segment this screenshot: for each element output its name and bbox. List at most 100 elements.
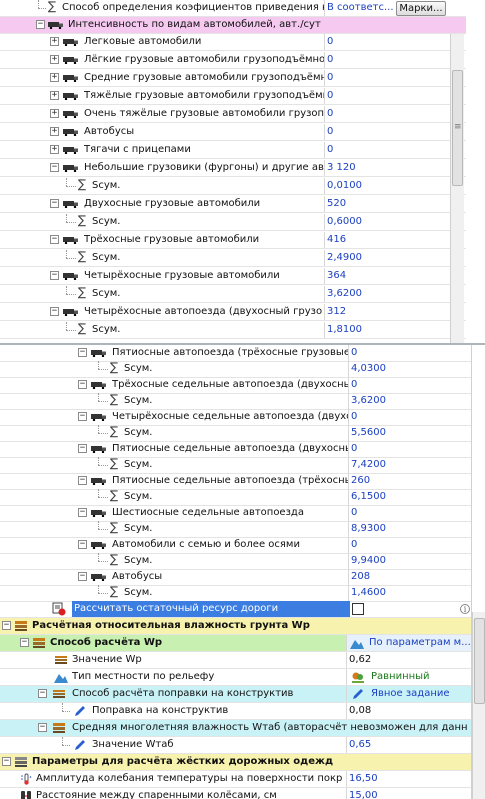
collapse-icon[interactable]: − [38, 689, 47, 698]
sum-value[interactable]: 3,6200 [324, 286, 450, 302]
collapse-icon[interactable]: − [50, 199, 59, 208]
coefficient-method-value[interactable]: В соответс... [324, 0, 396, 16]
sum-value[interactable]: 1,8100 [324, 322, 450, 338]
wtab-value[interactable]: 0,65 [346, 737, 472, 753]
sum-row[interactable]: ∑ Sсум. 0,6000 [0, 213, 466, 231]
vehicle-group-value[interactable]: 0 [348, 441, 472, 457]
collapse-icon[interactable]: − [2, 621, 11, 630]
collapse-icon[interactable]: − [2, 757, 11, 766]
collapse-icon[interactable]: − [50, 163, 59, 172]
vehicle-group-row[interactable]: − Трёхосные грузовые автомобили 416 [0, 232, 466, 249]
vehicle-group-value[interactable]: 0 [348, 505, 472, 521]
collapse-icon[interactable]: − [78, 476, 87, 485]
terrain-row[interactable]: Тип местности по рельефу Равнинный [0, 669, 472, 686]
vehicle-row[interactable]: + Средние грузовые автомобили грузоподъём… [0, 70, 466, 87]
vehicle-group-value[interactable]: 0 [348, 377, 472, 393]
vehicle-value[interactable]: 0 [324, 142, 450, 158]
collapse-icon[interactable]: − [78, 444, 87, 453]
sum-row[interactable]: ∑ Sсум. 1,4600 [0, 584, 472, 602]
collapse-icon[interactable]: − [50, 271, 59, 280]
sum-value[interactable]: 1,4600 [348, 585, 472, 601]
sum-value[interactable]: 9,9400 [348, 553, 472, 569]
vehicle-group-value[interactable]: 0 [348, 537, 472, 553]
correction-row[interactable]: Поправка на конструктив 0,08 [0, 703, 472, 720]
vehicle-group-value[interactable]: 364 [324, 268, 450, 284]
vehicle-value[interactable]: 0 [324, 52, 450, 68]
sum-value[interactable]: 6,1500 [348, 489, 472, 505]
intensity-row[interactable]: − Интенсивность по видам автомобилей, ав… [0, 17, 466, 34]
vehicle-group-row[interactable]: − Автомобили с семью и более осями 0 [0, 537, 472, 554]
wheel-distance-row[interactable]: Расстояние между спаренными колёсами, см… [0, 788, 472, 799]
vehicle-group-row[interactable]: − Четырёхосные автопоезда (двухосный груз… [0, 304, 466, 321]
residual-resource-row[interactable]: Рассчитать остаточный ресурс дороги i [0, 601, 472, 618]
vehicle-group-row[interactable]: − Двухосные грузовые автомобили 520 [0, 196, 466, 213]
expand-icon[interactable]: + [50, 73, 59, 82]
sum-value[interactable]: 8,9300 [348, 521, 472, 537]
terrain-value[interactable]: Равнинный [346, 669, 472, 685]
vehicle-group-row[interactable]: − Четырёхосные грузовые автомобили 364 [0, 268, 466, 285]
vehicle-group-row[interactable]: − Четырёхосные седельные автопоезда (двух… [0, 409, 472, 426]
collapse-icon[interactable]: − [50, 235, 59, 244]
wp-value[interactable]: 0,62 [346, 652, 472, 668]
vehicle-group-value[interactable]: 3 120 [324, 160, 450, 176]
scrollbar-thumb[interactable] [474, 618, 485, 704]
humidity-method-value[interactable]: По параметрам м... [346, 635, 472, 651]
sum-value[interactable]: 3,6200 [348, 393, 472, 409]
collapse-icon[interactable]: − [38, 723, 47, 732]
bottom-vertical-scrollbar[interactable] [472, 612, 485, 799]
amplitude-row[interactable]: Амплитуда колебания температуры на повер… [0, 771, 472, 788]
wtab-row[interactable]: Значение Wтаб 0,65 [0, 737, 472, 754]
collapse-icon[interactable]: − [78, 348, 87, 357]
marks-button[interactable]: Марки... [396, 1, 446, 16]
sum-value[interactable]: 2,4900 [324, 250, 450, 266]
correction-value[interactable]: 0,08 [346, 703, 472, 719]
sum-value[interactable]: 0,0100 [324, 178, 450, 194]
info-icon[interactable]: i [460, 604, 470, 614]
correction-method-value[interactable]: Явное задание [346, 686, 472, 702]
wheel-distance-value[interactable]: 15,00 [346, 788, 472, 799]
correction-method-row[interactable]: − Способ расчёта поправки на конструктив… [0, 686, 472, 703]
vehicle-group-row[interactable]: − Трёхосные седельные автопоезда (двухосн… [0, 377, 472, 394]
expand-icon[interactable]: + [50, 55, 59, 64]
humidity-section-row[interactable]: − Расчётная относительная влажность грун… [0, 618, 472, 635]
vehicle-group-row[interactable]: − Пятиосные седельные автопоезда (трёхосн… [0, 473, 472, 490]
sum-value[interactable]: 5,5600 [348, 425, 472, 441]
avg-humidity-row[interactable]: − Средняя многолетняя влажность Wтаб (ав… [0, 720, 472, 737]
vehicle-group-value[interactable]: 520 [324, 196, 450, 212]
wp-value-row[interactable]: Значение Wp 0,62 [0, 652, 472, 669]
sum-row[interactable]: ∑ Sсум. 5,5600 [0, 424, 472, 442]
sum-row[interactable]: ∑ Sсум. 1,8100 [0, 321, 466, 339]
sum-row[interactable]: ∑ Sсум. 3,6200 [0, 392, 472, 410]
vehicle-group-value[interactable]: 312 [324, 304, 450, 320]
collapse-icon[interactable]: − [20, 638, 29, 647]
amplitude-value[interactable]: 16,50 [346, 771, 472, 787]
collapse-icon[interactable]: − [78, 540, 87, 549]
vehicle-group-value[interactable]: 260 [348, 473, 472, 489]
sum-row[interactable]: ∑ Sсум. 2,4900 [0, 249, 466, 267]
vehicle-group-row[interactable]: − Небольшие грузовики (фургоны) и другие … [0, 160, 466, 177]
sum-row[interactable]: ∑ Sсум. 9,9400 [0, 552, 472, 570]
coefficient-method-row[interactable]: ∑ Способ определения коэфициентов привед… [0, 0, 466, 17]
vehicle-row[interactable]: + Тяжёлые грузовые автомобили грузоподъём… [0, 88, 466, 105]
sum-row[interactable]: ∑ Sсум. 0,0100 [0, 177, 466, 195]
vehicle-value[interactable]: 0 [324, 70, 450, 86]
vehicle-value[interactable]: 0 [324, 124, 450, 140]
expand-icon[interactable]: + [50, 109, 59, 118]
vehicle-row[interactable]: + Лёгкие грузовые автомобили грузоподъёмн… [0, 52, 466, 69]
collapse-icon[interactable]: − [78, 508, 87, 517]
vehicle-row[interactable]: + Тягачи с прицепами 0 [0, 142, 466, 159]
expand-icon[interactable]: + [50, 145, 59, 154]
expand-icon[interactable]: + [50, 127, 59, 136]
sum-row[interactable]: ∑ Sсум. 7,4200 [0, 456, 472, 474]
vehicle-group-row[interactable]: − Пятиосные автопоезда (трёхосные грузовы… [0, 345, 472, 362]
collapse-icon[interactable]: − [50, 307, 59, 316]
residual-resource-checkbox[interactable] [352, 603, 364, 615]
top-vertical-scrollbar[interactable]: ≡ [450, 34, 464, 343]
expand-icon[interactable]: + [50, 91, 59, 100]
vehicle-row[interactable]: + Автобусы 0 [0, 124, 466, 141]
vehicle-group-value[interactable]: 0 [348, 409, 472, 425]
vehicle-group-value[interactable]: 0 [348, 345, 472, 361]
vehicle-value[interactable]: 0 [324, 88, 450, 104]
vehicle-row[interactable]: + Легковые автомобили 0 [0, 34, 466, 51]
vehicle-group-value[interactable]: 208 [348, 569, 472, 585]
